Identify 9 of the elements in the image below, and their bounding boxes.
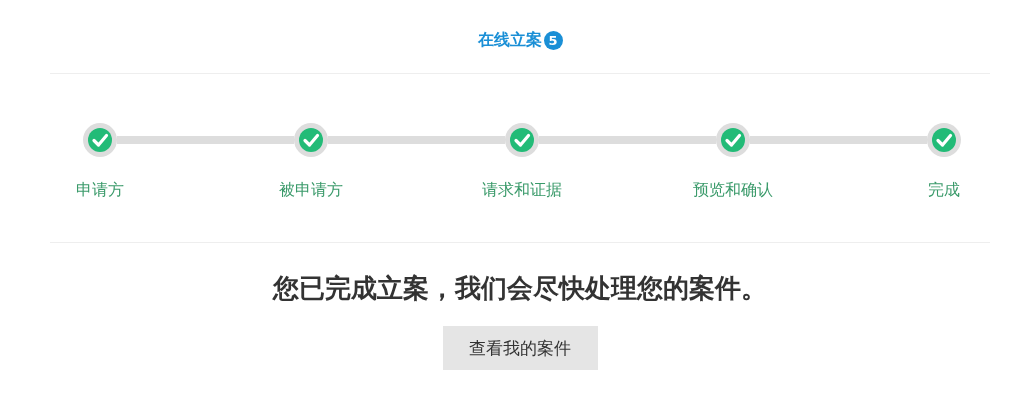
- view-cases-button[interactable]: 查看我的案件: [442, 326, 598, 370]
- page-title: 在线立案: [477, 30, 542, 51]
- step-label: 申请方: [76, 180, 124, 201]
- step-label: 预览和确认: [693, 180, 773, 201]
- step-label: 被申请方: [279, 180, 343, 201]
- step-label: 完成: [928, 180, 960, 201]
- step-label: 请求和证据: [482, 180, 562, 201]
- completion-message: 您已完成立案，我们会尽快处理您的案件。: [271, 272, 768, 305]
- count-badge: 5: [543, 31, 563, 50]
